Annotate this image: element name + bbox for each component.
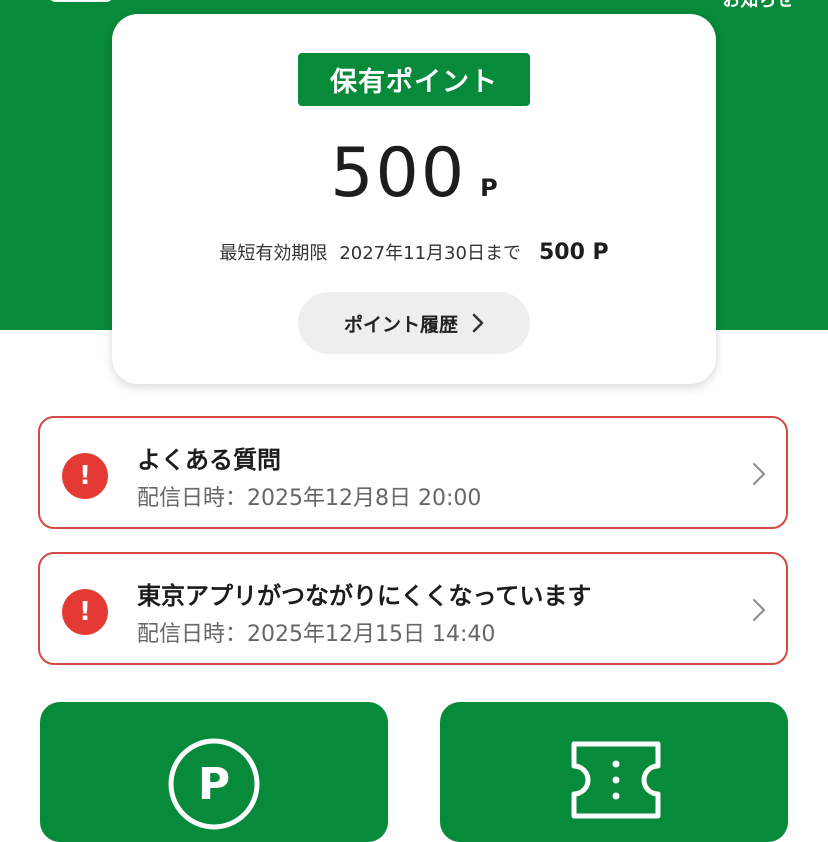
point-history-label: ポイント履歴 [343,313,458,336]
points-balance-unit: P [480,174,498,202]
notice-title: 東京アプリがつながりにくくなっています [137,582,592,610]
notice-title: よくある質問 [137,446,281,474]
expiry-label: 最短有効期限 [219,243,328,264]
notice-item[interactable]: ! 東京アプリがつながりにくくなっています 配信日時：2025年12月15日 1… [38,552,788,665]
header-tab[interactable] [48,0,114,2]
ticket-tile[interactable] [440,702,788,842]
expiry-amount: 500 P [538,239,609,265]
points-balance: 500 P [112,134,716,214]
points-balance-value: 500 [330,134,467,213]
notice-date: 配信日時：2025年12月15日 14:40 [137,622,496,647]
points-tile[interactable]: P [40,702,388,842]
alert-icon: ! [62,589,108,635]
points-expiry: 最短有効期限 2027年11月30日まで 500 P [112,237,716,267]
notifications-link[interactable]: お知らせ [722,0,794,12]
alert-icon: ! [62,453,108,499]
chevron-right-icon [753,599,765,621]
points-circle-icon: P [168,738,260,830]
notice-item[interactable]: ! よくある質問 配信日時：2025年12月8日 20:00 [38,416,788,529]
chevron-right-icon [753,463,765,485]
expiry-date: 2027年11月30日まで [339,243,521,264]
point-history-button[interactable]: ポイント履歴 [298,292,530,354]
notice-date: 配信日時：2025年12月8日 20:00 [137,486,482,511]
ticket-icon [571,741,661,819]
svg-text:P: P [198,759,230,810]
points-card-label: 保有ポイント [298,53,530,106]
points-card: 保有ポイント 500 P 最短有効期限 2027年11月30日まで 500 P … [112,14,716,384]
chevron-right-icon [472,313,484,333]
